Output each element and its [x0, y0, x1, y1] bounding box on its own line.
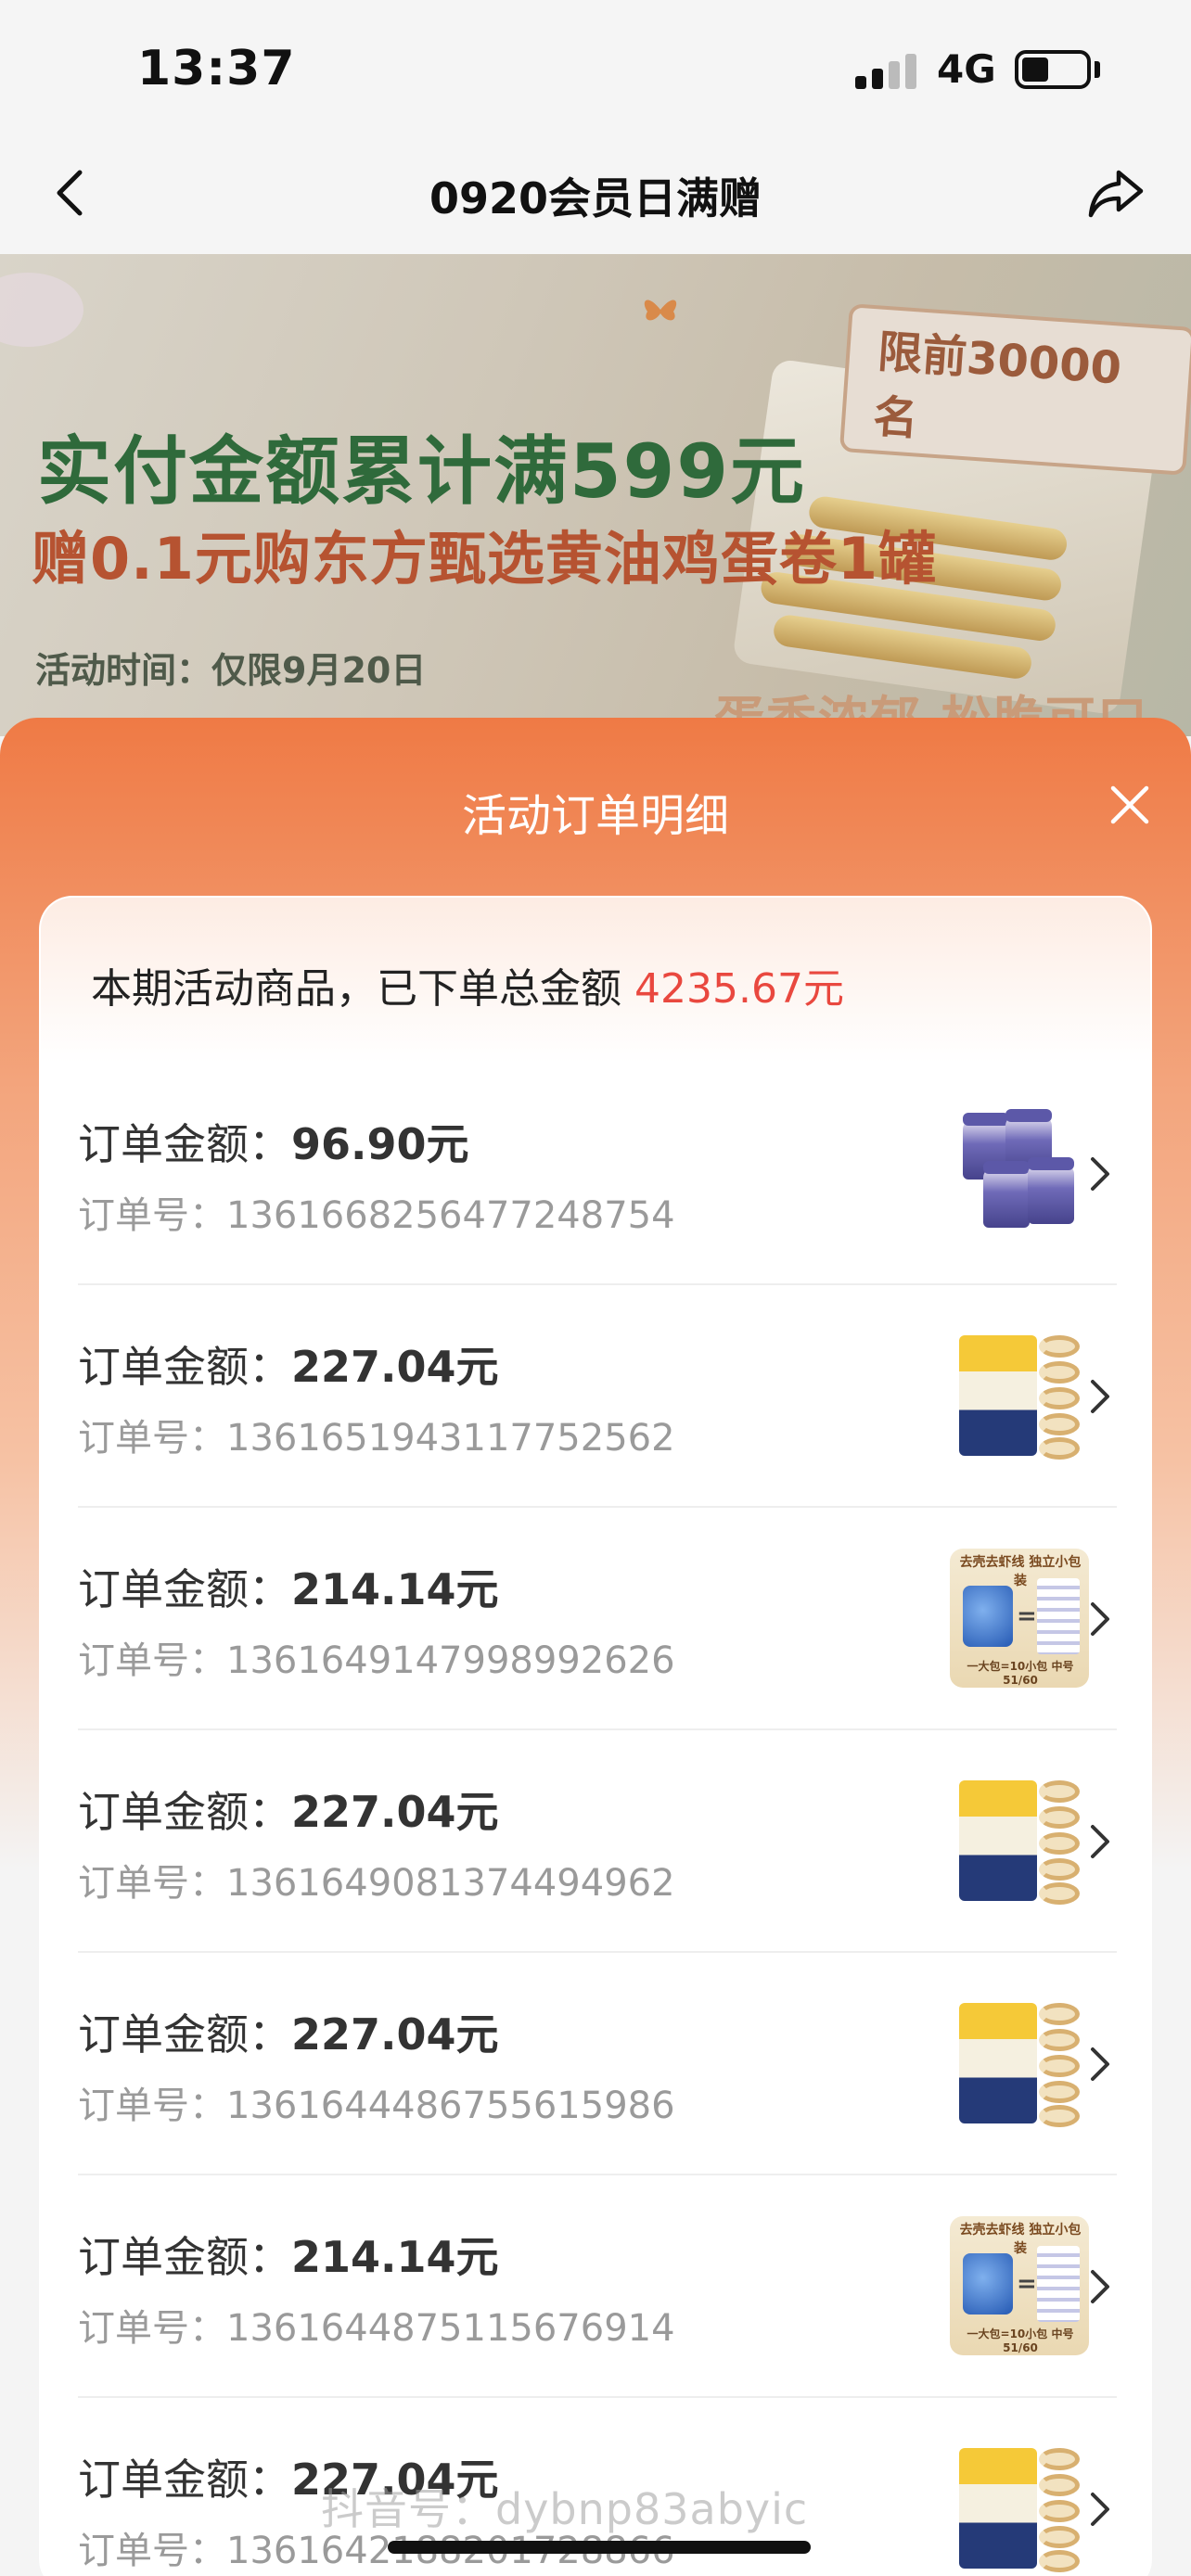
- pack-thumb-bottom-text: 一大包=10小包 中号 51/60: [967, 1660, 1074, 1687]
- banner-subline: 赠0.1元购东方甄选黄油鸡蛋卷1罐: [32, 525, 937, 593]
- order-detail-sheet: 活动订单明细 本期活动商品，已下单总金额 4235.67元 订单金额：96.90…: [0, 718, 1191, 2576]
- order-amount-label: 订单金额：: [78, 1564, 291, 1614]
- order-number: 订单号：1361644486755615986: [78, 2075, 675, 2129]
- order-amount-label: 订单金额：: [78, 2232, 291, 2282]
- order-number: 订单号：1361649081374494962: [78, 1853, 675, 1906]
- order-number-label: 订单号：: [78, 1639, 226, 1682]
- order-number-label: 订单号：: [78, 1194, 226, 1237]
- chevron-right-icon[interactable]: [1085, 1819, 1113, 1864]
- status-time: 13:37: [137, 41, 296, 96]
- product-thumbnail[interactable]: [950, 1771, 1089, 1910]
- order-amount-label: 订单金额：: [78, 1787, 291, 1837]
- order-row[interactable]: 订单金额：96.90元订单号：1361668256477248754: [78, 1063, 1117, 1285]
- banner-headline: 实付金额累计满599元: [37, 428, 806, 515]
- chevron-right-icon[interactable]: [1085, 1597, 1113, 1641]
- product-thumbnail[interactable]: [950, 1326, 1089, 1465]
- signal-strength-icon: [855, 52, 920, 89]
- product-thumbnail[interactable]: [950, 2439, 1089, 2576]
- product-thumbnail[interactable]: 去壳去虾线 独立小包装 = 一大包=10小包 中号 51/60: [950, 2216, 1089, 2355]
- flower-decoration: [0, 273, 83, 347]
- order-number-value: 1361649081374494962: [226, 1862, 675, 1905]
- order-row[interactable]: 订单金额：227.04元订单号：1361644486755615986: [78, 1953, 1117, 2175]
- order-amount-value: 96.90元: [291, 1119, 469, 1169]
- watermark: 抖音号：dybnp83abyic: [321, 2484, 809, 2534]
- order-amount: 订单金额：227.04元: [78, 1333, 499, 1395]
- pack-thumb-bottom-text: 一大包=10小包 中号 51/60: [967, 2327, 1074, 2354]
- order-number: 订单号：1361644875115676914: [78, 2298, 675, 2352]
- order-amount-value: 214.14元: [291, 2232, 499, 2282]
- home-indicator: [388, 2541, 811, 2554]
- order-row[interactable]: 订单金额：227.04元订单号：1361649081374494962: [78, 1730, 1117, 1953]
- close-icon[interactable]: [1106, 781, 1154, 829]
- order-amount-label: 订单金额：: [78, 1119, 291, 1169]
- order-amount-value: 227.04元: [291, 1342, 499, 1392]
- order-row[interactable]: 订单金额：227.04元订单号：1361651943117752562: [78, 1285, 1117, 1508]
- order-amount-label: 订单金额：: [78, 2455, 291, 2505]
- product-thumbnail[interactable]: [950, 1994, 1089, 2133]
- banner-period: 活动时间：仅限9月20日: [35, 650, 427, 691]
- order-number: 订单号：1361649147998992626: [78, 1630, 675, 1684]
- butterfly-icon: [644, 300, 677, 321]
- order-list: 订单金额：96.90元 订单号：1361668256477248754 订单金额：2…: [41, 1063, 1150, 2576]
- promo-banner[interactable]: 限前30000名 实付金额累计满599元 赠0.1元购东方甄选黄油鸡蛋卷1罐 活…: [0, 254, 1191, 736]
- summary-header: 本期活动商品，已下单总金额 4235.67元: [41, 898, 1150, 1063]
- chevron-right-icon[interactable]: [1085, 1152, 1113, 1196]
- order-amount: 订单金额：214.14元: [78, 2224, 499, 2285]
- chevron-right-icon[interactable]: [1085, 2487, 1113, 2531]
- sheet-title: 活动订单明细: [461, 790, 729, 842]
- order-card: 本期活动商品，已下单总金额 4235.67元 订单金额：96.90元 订单号：13…: [39, 896, 1152, 2576]
- chevron-right-icon[interactable]: [1085, 2264, 1113, 2309]
- order-number-value: 1361644486755615986: [226, 2085, 675, 2127]
- order-amount: 订单金额：227.04元: [78, 2001, 499, 2062]
- order-amount-label: 订单金额：: [78, 1342, 291, 1392]
- order-amount: 订单金额：96.90元: [78, 1111, 469, 1172]
- status-bar: 13:37 4G: [0, 0, 1191, 139]
- battery-tip: [1095, 61, 1100, 78]
- chevron-right-icon[interactable]: [1085, 1374, 1113, 1419]
- chevron-right-icon[interactable]: [1085, 2042, 1113, 2086]
- page-title: 0920会员日满赠: [429, 173, 762, 223]
- order-number-label: 订单号：: [78, 2085, 226, 2127]
- product-thumbnail[interactable]: 去壳去虾线 独立小包装 = 一大包=10小包 中号 51/60: [950, 1549, 1089, 1688]
- order-number-label: 订单号：: [78, 2307, 226, 2350]
- order-amount-label: 订单金额：: [78, 2009, 291, 2060]
- order-amount: 订单金额：227.04元: [78, 1779, 499, 1840]
- order-amount: 订单金额：214.14元: [78, 1556, 499, 1617]
- order-number-value: 1361649147998992626: [226, 1639, 675, 1682]
- order-row[interactable]: 订单金额：214.14元订单号：1361644875115676914 去壳去虾线…: [78, 2175, 1117, 2398]
- order-row[interactable]: 订单金额：214.14元订单号：1361649147998992626 去壳去虾线…: [78, 1508, 1117, 1730]
- battery-icon: [1015, 50, 1091, 89]
- order-number-value: 1361644875115676914: [226, 2307, 675, 2350]
- quota-tag: 限前30000名: [839, 303, 1191, 476]
- product-thumbnail[interactable]: [950, 1103, 1089, 1243]
- order-number-label: 订单号：: [78, 2530, 226, 2572]
- order-number: 订单号：1361668256477248754: [78, 1185, 675, 1239]
- order-amount-value: 227.04元: [291, 1787, 499, 1837]
- order-number-value: 1361668256477248754: [226, 1194, 675, 1237]
- order-number: 订单号：1361651943117752562: [78, 1408, 675, 1461]
- order-number-label: 订单号：: [78, 1862, 226, 1905]
- summary-label: 本期活动商品，已下单总金额: [91, 965, 621, 1013]
- order-number-value: 1361651943117752562: [226, 1417, 675, 1460]
- order-number-label: 订单号：: [78, 1417, 226, 1460]
- network-type: 4G: [937, 46, 996, 92]
- order-amount-value: 214.14元: [291, 1564, 499, 1614]
- share-icon[interactable]: [1085, 163, 1146, 224]
- summary-total: 4235.67元: [634, 965, 844, 1013]
- nav-bar: 0920会员日满赠: [0, 139, 1191, 254]
- order-amount-value: 227.04元: [291, 2009, 499, 2060]
